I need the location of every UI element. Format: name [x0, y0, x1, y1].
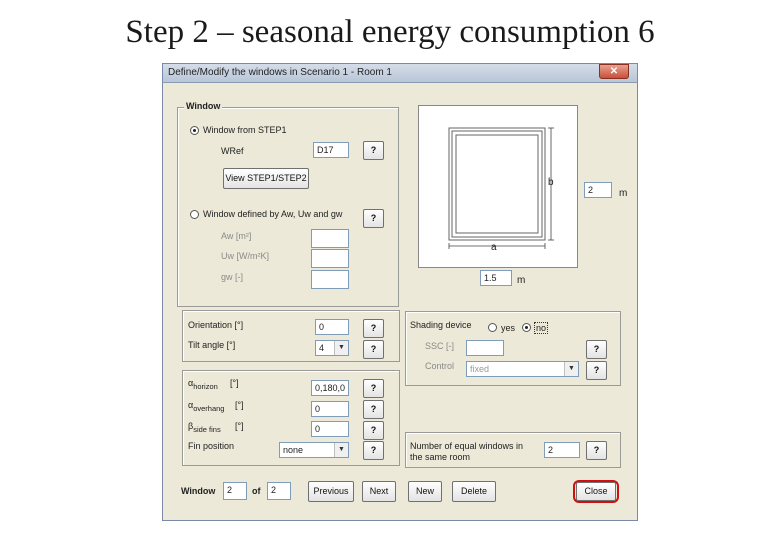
window-group: Window: [177, 101, 399, 307]
fin-position-value: none: [283, 445, 304, 455]
shading-yes-label: yes: [501, 323, 516, 333]
window-from-step1-label: Window from STEP1: [203, 125, 287, 135]
overhang-help-button[interactable]: ?: [363, 400, 384, 419]
next-button[interactable]: Next: [362, 481, 396, 502]
overhang-unit: [°]: [235, 400, 244, 410]
side-fins-help-button[interactable]: ?: [363, 421, 384, 440]
tilt-angle-label: Tilt angle [°]: [188, 340, 236, 350]
slide-title: Step 2 – seasonal energy consumption 6: [125, 14, 655, 50]
horizon-unit: [°]: [230, 378, 239, 388]
window-total-field[interactable]: 2: [267, 482, 291, 500]
define-windows-dialog: Define/Modify the windows in Scenario 1 …: [162, 63, 638, 521]
view-step1-step2-button[interactable]: View STEP1/STEP2: [223, 168, 309, 189]
window-of-label: of: [252, 486, 261, 496]
tilt-angle-value: 4: [319, 343, 325, 353]
side-fins-unit: [°]: [235, 421, 244, 431]
gw-label: gw [-]: [221, 272, 244, 282]
aw-field[interactable]: [311, 229, 349, 248]
window-defined-radio[interactable]: [190, 210, 199, 219]
shading-no-radio[interactable]: [522, 323, 531, 332]
new-button[interactable]: New: [408, 481, 442, 502]
dimension-b-label: b: [548, 177, 554, 188]
side-fins-angle-field[interactable]: 0: [311, 421, 349, 437]
control-value: fixed: [470, 364, 490, 374]
shading-yes-radio[interactable]: [488, 323, 497, 332]
equal-windows-label-line2: the same room: [410, 452, 471, 462]
gw-field[interactable]: [311, 270, 349, 289]
control-label: Control: [425, 361, 455, 371]
horizon-help-button[interactable]: ?: [363, 379, 384, 398]
equal-windows-field[interactable]: 2: [544, 442, 580, 458]
control-select[interactable]: fixed ▼: [466, 361, 579, 377]
ssc-help-button[interactable]: ?: [586, 340, 607, 359]
window-index-field[interactable]: 2: [223, 482, 247, 500]
window-defined-help-button[interactable]: ?: [363, 209, 384, 228]
side-fins-angle-label: βside fins: [188, 421, 221, 434]
tilt-angle-select[interactable]: 4 ▼: [315, 340, 349, 356]
horizon-angle-field[interactable]: 0,180,0: [311, 380, 349, 396]
fin-position-select[interactable]: none ▼: [279, 442, 349, 458]
previous-button[interactable]: Previous: [308, 481, 354, 502]
dimension-b-unit: m: [619, 188, 628, 199]
tilt-angle-help-button[interactable]: ?: [363, 340, 384, 359]
ssc-label: SSC [-]: [425, 341, 455, 351]
window-index-label: Window: [181, 486, 216, 496]
close-button[interactable]: Close: [576, 482, 616, 501]
chevron-down-icon[interactable]: ▼: [334, 341, 348, 355]
window-preview: [418, 105, 578, 268]
chevron-down-icon[interactable]: ▼: [334, 443, 348, 457]
window-group-legend: Window: [184, 101, 223, 111]
wref-help-button[interactable]: ?: [363, 141, 384, 160]
overhang-angle-field[interactable]: 0: [311, 401, 349, 417]
dimension-b-field[interactable]: 2: [584, 182, 612, 198]
wref-field[interactable]: D17: [313, 142, 349, 158]
wref-label: WRef: [221, 146, 244, 156]
chevron-down-icon[interactable]: ▼: [564, 362, 578, 376]
control-help-button[interactable]: ?: [586, 361, 607, 380]
orientation-label: Orientation [°]: [188, 320, 244, 330]
shading-no-label: no: [534, 322, 549, 334]
close-icon[interactable]: ✕: [599, 64, 629, 79]
dimension-a-unit: m: [517, 275, 526, 286]
window-from-step1-radio[interactable]: [190, 126, 199, 135]
orientation-field[interactable]: 0: [315, 319, 349, 335]
equal-windows-label-line1: Number of equal windows in: [410, 441, 524, 451]
ssc-field[interactable]: [466, 340, 504, 356]
dialog-title: Define/Modify the windows in Scenario 1 …: [168, 67, 392, 78]
uw-field[interactable]: [311, 249, 349, 268]
delete-button[interactable]: Delete: [452, 481, 496, 502]
dimension-a-label: a: [491, 242, 497, 253]
horizon-angle-label: αhorizon: [188, 378, 218, 391]
shading-device-label: Shading device: [410, 320, 472, 330]
orientation-help-button[interactable]: ?: [363, 319, 384, 338]
fin-position-label: Fin position: [188, 441, 235, 451]
side-fins-subscript: side fins: [193, 424, 221, 434]
overhang-subscript: overhang: [193, 403, 225, 413]
overhang-angle-label: αoverhang: [188, 400, 224, 413]
window-defined-label: Window defined by Aw, Uw and gw: [203, 209, 343, 219]
dimension-a-field[interactable]: 1.5: [480, 270, 512, 286]
horizon-subscript: horizon: [193, 381, 218, 391]
fin-position-help-button[interactable]: ?: [363, 441, 384, 460]
equal-windows-help-button[interactable]: ?: [586, 441, 607, 460]
dialog-title-bar: Define/Modify the windows in Scenario 1 …: [163, 64, 637, 83]
uw-label: Uw [W/m²K]: [221, 251, 269, 261]
aw-label: Aw [m²]: [221, 231, 252, 241]
